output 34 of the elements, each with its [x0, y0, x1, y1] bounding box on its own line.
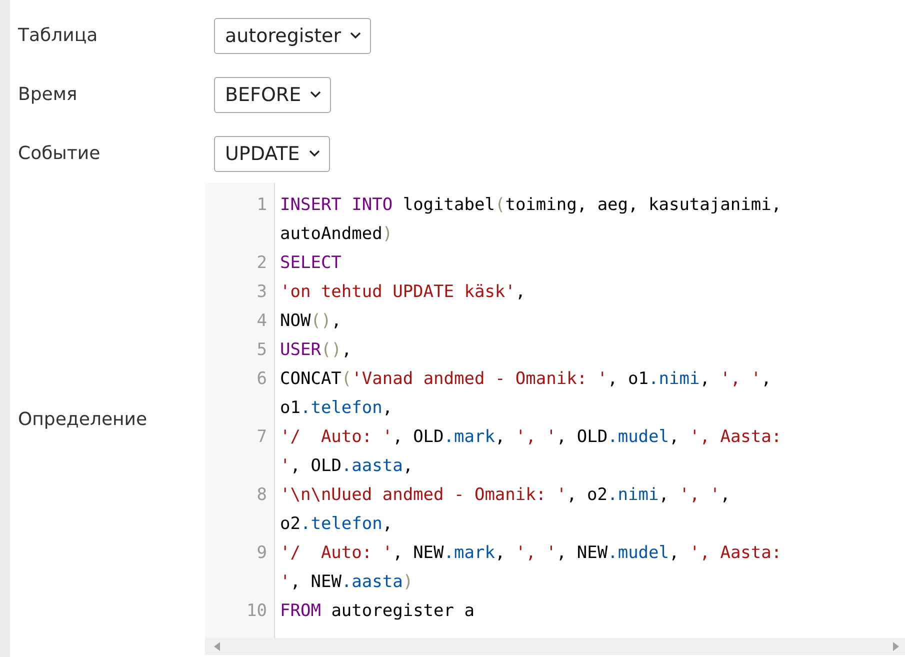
code-line: '/ Auto: ', NEW.mark, ', ', NEW.mudel, ', Aasta: ', NEW.aasta) [280, 542, 783, 594]
code-line: CONCAT('Vanad andmed - Omanik: ', o1.nimi, ', ', o1.telefon, [280, 368, 772, 420]
code-line: FROM autoregister a [280, 600, 476, 623]
code-editor[interactable] [205, 183, 905, 655]
field-label: Таблица [18, 25, 98, 46]
field-label: Время [18, 84, 78, 105]
code-line: '/ Auto: ', OLD.mark, ', ', OLD.mudel, ', Aasta: ', OLD.aasta, [280, 426, 783, 478]
code-line: USER(), [280, 339, 353, 362]
field-label: Событие [18, 143, 100, 164]
line-number: 2 [256, 252, 267, 275]
line-number: 9 [256, 542, 267, 565]
line-number: 4 [256, 310, 267, 333]
dropdown[interactable]: BEFORE [214, 76, 332, 112]
line-number: 10 [246, 600, 267, 623]
scroll-right-icon[interactable] [893, 642, 899, 651]
caret-icon [310, 91, 322, 98]
code-line: SELECT [280, 252, 342, 275]
line-number: 7 [256, 426, 267, 449]
line-number: 5 [256, 339, 267, 362]
dropdown[interactable]: autoregister [214, 18, 372, 54]
line-number: 8 [256, 484, 267, 507]
code-line: INSERT INTO logitabel(toiming, aeg, kasutajanimi, autoAndmed) [280, 194, 783, 246]
dropdown[interactable]: UPDATE [214, 136, 330, 172]
caret-icon [350, 32, 362, 39]
code-line: '\n\nUued andmed - Omanik: ', o2.nimi, ', ', o2.telefon, [280, 484, 732, 536]
field-label: Определение [18, 408, 148, 430]
line-number: 6 [256, 368, 267, 391]
line-number: 1 [256, 194, 267, 217]
scroll-left-icon[interactable] [214, 642, 220, 651]
horizontal-scrollbar[interactable] [205, 638, 905, 655]
code-line: NOW(), [280, 310, 342, 333]
caret-icon [308, 150, 320, 157]
code-line: 'on tehtud UPDATE käsk', [280, 281, 527, 304]
line-number: 3 [256, 281, 267, 304]
